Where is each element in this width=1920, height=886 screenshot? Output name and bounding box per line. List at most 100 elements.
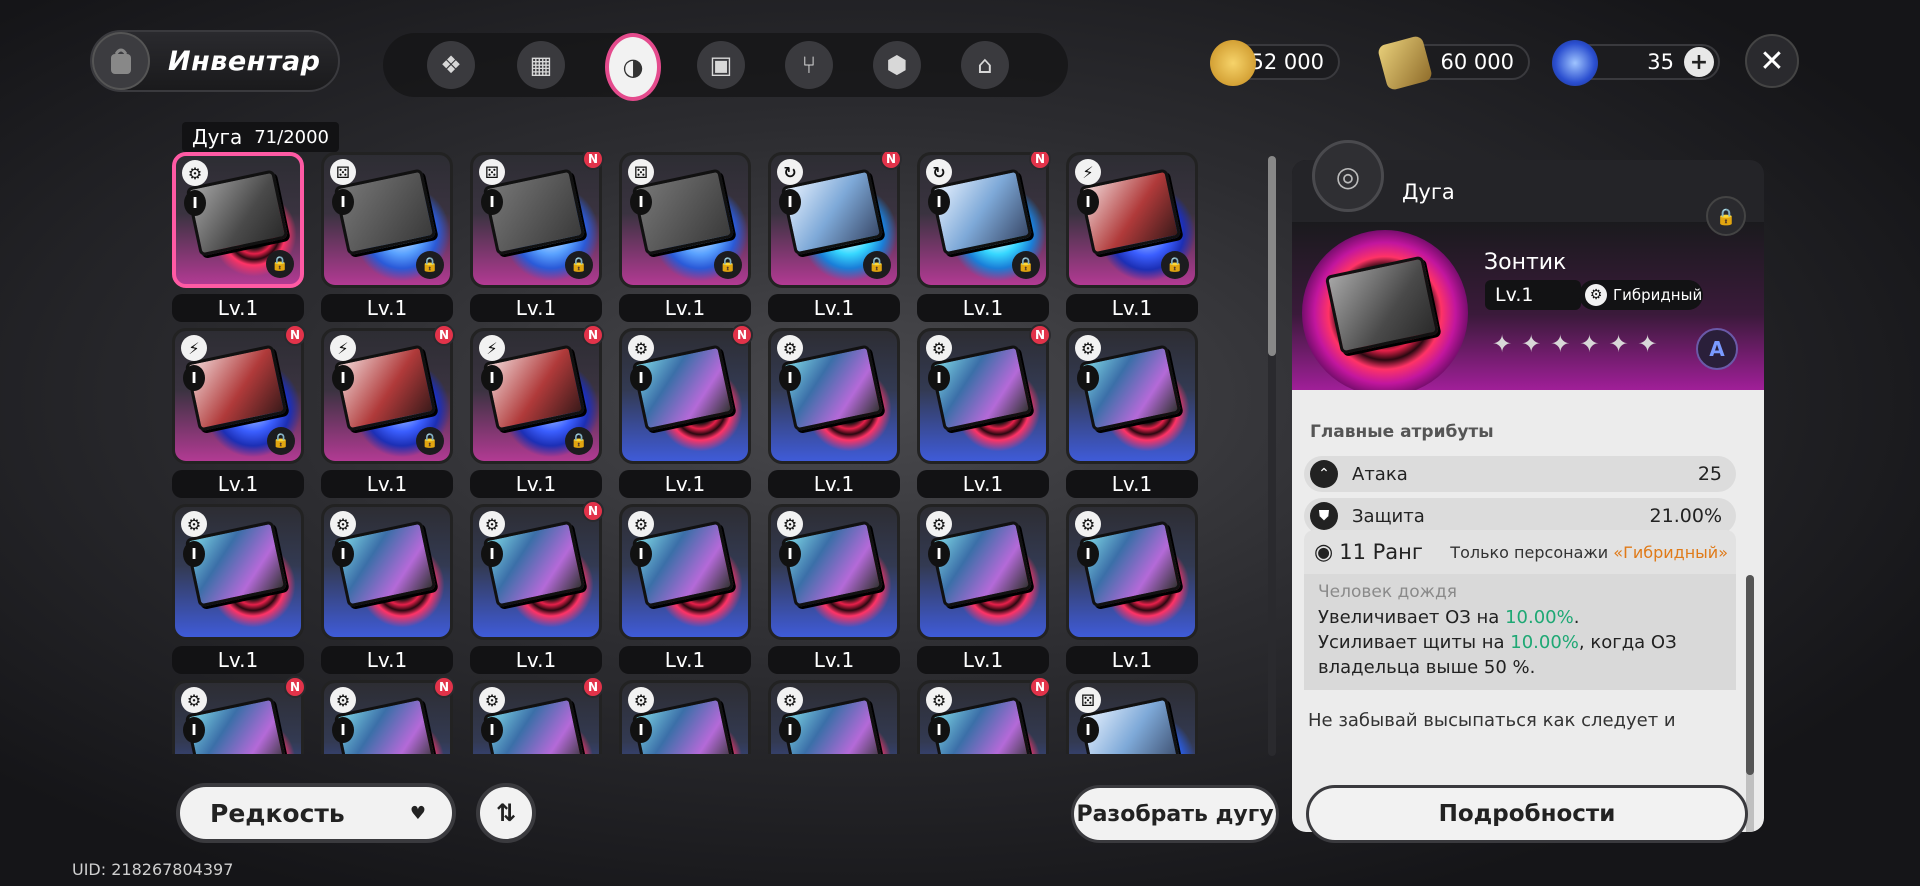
rank-numeral: I	[183, 717, 205, 743]
gear-icon: ⚙	[181, 687, 207, 713]
arc-card[interactable]: ⚄ILv.1	[1066, 680, 1202, 754]
tab-home[interactable]: ⌂	[957, 37, 1013, 93]
add-crystal-button[interactable]: +	[1684, 47, 1714, 77]
arc-tile[interactable]: ⚡ I 🔒	[1066, 152, 1198, 288]
tab-fork-knife[interactable]: ⑂	[781, 37, 837, 93]
rank-numeral: I	[928, 541, 950, 567]
arc-card[interactable]: ⚄ I 🔒 Lv.1	[619, 152, 755, 322]
tab-cube[interactable]: ▣	[693, 37, 749, 93]
gear-icon: ⚙	[330, 687, 356, 713]
arc-tile[interactable]: ⚄ I 🔒	[619, 152, 751, 288]
arc-card[interactable]: ↻ I 🔒 N Lv.1	[917, 152, 1053, 322]
detail-scroll-thumb[interactable]	[1746, 575, 1754, 775]
details-button[interactable]: Подробности	[1306, 785, 1748, 843]
arc-tile[interactable]: ↻ I 🔒	[917, 152, 1049, 288]
arc-card[interactable]: ⚙INLv.1	[917, 676, 1053, 754]
grid-scrollbar[interactable]	[1268, 156, 1276, 756]
arc-card[interactable]: ⚙INLv.1	[619, 324, 755, 498]
arc-tile[interactable]: ⚙ I	[321, 504, 453, 640]
sort-dropdown[interactable]: Редкость ♥	[176, 783, 456, 843]
arc-tile[interactable]: ⚙ I 🔒	[172, 152, 304, 288]
rank-numeral: I	[183, 541, 205, 567]
arc-card[interactable]: ⚙ILv.1	[1066, 328, 1202, 498]
d6-icon: ⚄	[479, 159, 505, 185]
tab-device[interactable]: ▦	[513, 37, 569, 93]
rank-numeral: I	[481, 365, 503, 391]
currency-crystal[interactable]: 35 +	[1552, 40, 1720, 86]
level-label: Lv.1	[619, 294, 751, 322]
gear-icon: ⚙	[181, 511, 207, 537]
arc-card[interactable]: ⚙ILv.1	[619, 680, 755, 754]
arc-tile[interactable]: ⚙ I	[917, 504, 1049, 640]
rank-header: ◉ 11 Ранг Только персонажи «Гибридный»	[1304, 530, 1736, 574]
arc-tile[interactable]: ⚙ I	[619, 504, 751, 640]
arc-card[interactable]: ⚡ I 🔒 Lv.1	[1066, 152, 1202, 322]
sort-order-button[interactable]: ⇅	[476, 783, 536, 843]
arc-tile[interactable]: ⚡ I 🔒	[470, 328, 602, 464]
gear-icon: ⚙	[1585, 284, 1607, 306]
arc-card[interactable]: ⚙INLv.1	[470, 676, 606, 754]
home-icon: ⌂	[961, 41, 1009, 89]
detail-scrollbar[interactable]	[1746, 575, 1754, 832]
arc-tile[interactable]: ⚙ I	[768, 328, 900, 464]
arc-card[interactable]: ⚙ILv.1	[768, 328, 904, 498]
gear-icon: ⚙	[926, 335, 952, 361]
gear-icon: ⚙	[479, 687, 505, 713]
swirl-icon: ↻	[777, 159, 803, 185]
arc-tile[interactable]: ⚄ I 🔒	[470, 152, 602, 288]
d6-icon: ⚄	[330, 159, 356, 185]
arc-grid: ⚙ I 🔒 Lv.1 ⚄ I 🔒 Lv.1 ⚄ I 🔒 N Lv.1 ⚄ I 🔒 Lv.1 ↻ I 🔒 N Lv.1 ↻ I 🔒…	[172, 152, 1212, 754]
disassemble-button[interactable]: Разобрать дугу	[1071, 785, 1279, 843]
arc-card[interactable]: ⚄ I 🔒 Lv.1	[321, 152, 457, 322]
arc-tile[interactable]: ⚄ I	[1066, 680, 1198, 754]
rank-numeral: I	[630, 189, 652, 215]
arc-tile[interactable]: ⚙ I	[768, 680, 900, 754]
arc-tile[interactable]: ⚙ I	[172, 504, 304, 640]
arc-card[interactable]: ⚡ I 🔒 N Lv.1	[321, 324, 457, 498]
arc-card[interactable]: ↻ I 🔒 N Lv.1	[768, 152, 904, 322]
arc-tile[interactable]: ⚄ I 🔒	[321, 152, 453, 288]
gear-icon: ⚙	[1075, 511, 1101, 537]
arc-card[interactable]: ⚙ILv.1	[172, 504, 308, 674]
arc-tile[interactable]: ⚙ I	[917, 328, 1049, 464]
arc-card[interactable]: ⚙INLv.1	[172, 676, 308, 754]
close-button[interactable]: ✕	[1745, 34, 1799, 88]
currency-gold[interactable]: 152 000	[1210, 40, 1340, 86]
arc-card[interactable]: ⚡ I 🔒 N Lv.1	[172, 324, 308, 498]
effect-text: .	[1573, 607, 1580, 628]
arc-card[interactable]: ⚙ILv.1	[321, 504, 457, 674]
attributes-title: Главные атрибуты	[1310, 422, 1494, 442]
arc-card[interactable]: ⚡ I 🔒 N Lv.1	[470, 324, 606, 498]
arc-tile[interactable]: ⚙ I	[1066, 504, 1198, 640]
rank-numeral: I	[481, 541, 503, 567]
arc-card[interactable]: ⚙ILv.1	[619, 504, 755, 674]
arc-card[interactable]: ⚙ I 🔒 Lv.1	[172, 152, 308, 322]
arc-card[interactable]: ⚄ I 🔒 N Lv.1	[470, 152, 606, 322]
arc-card[interactable]: ⚙ILv.1	[768, 504, 904, 674]
arc-tile[interactable]: ↻ I 🔒	[768, 152, 900, 288]
arc-card[interactable]: ⚙ILv.1	[917, 504, 1053, 674]
lock-toggle-icon[interactable]: 🔒	[1706, 196, 1746, 236]
new-badge: N	[284, 324, 306, 346]
arc-tile[interactable]: ⚙ I	[470, 504, 602, 640]
currency-ticket[interactable]: 60 000	[1376, 34, 1530, 92]
arc-card[interactable]: ⚙INLv.1	[917, 324, 1053, 498]
arc-card[interactable]: ⚙INLv.1	[321, 676, 457, 754]
attack-label: Атака	[1352, 463, 1408, 485]
tab-package[interactable]: ⬢	[869, 37, 925, 93]
rank-numeral: I	[183, 365, 205, 391]
arc-card[interactable]: ⚙INLv.1	[470, 500, 606, 674]
arc-tile[interactable]: ⚡ I 🔒	[172, 328, 304, 464]
new-badge: N	[433, 324, 455, 346]
arc-tile[interactable]: ⚙ I	[1066, 328, 1198, 464]
scroll-thumb[interactable]	[1268, 156, 1276, 356]
tab-arc-disc[interactable]: ◑	[605, 33, 661, 101]
arc-tile[interactable]: ⚙ I	[619, 680, 751, 754]
gear-icon: ⚙	[777, 335, 803, 361]
arc-card[interactable]: ⚙ILv.1	[768, 680, 904, 754]
tab-n-shape[interactable]: ❖	[423, 37, 479, 93]
arc-tile[interactable]: ⚙ I	[619, 328, 751, 464]
arc-tile[interactable]: ⚡ I 🔒	[321, 328, 453, 464]
arc-tile[interactable]: ⚙ I	[768, 504, 900, 640]
arc-card[interactable]: ⚙ILv.1	[1066, 504, 1202, 674]
